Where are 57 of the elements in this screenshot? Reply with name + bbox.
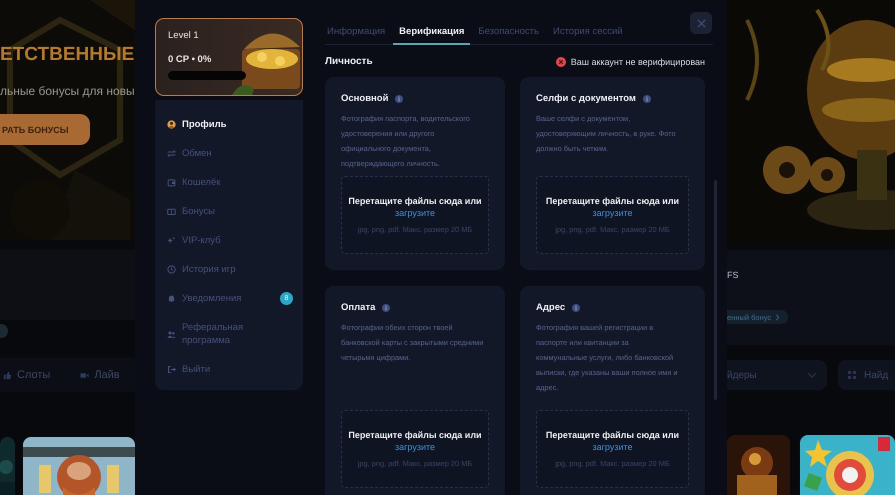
verification-status: Ваш аккаунт не верифицирован — [570, 56, 705, 66]
tab[interactable]: Информация — [325, 18, 392, 45]
card-title: Основной — [341, 93, 388, 104]
info-icon[interactable] — [395, 94, 404, 102]
sidebar-item[interactable]: Бонусы — [167, 197, 303, 226]
sidebar-item[interactable]: Обмен — [167, 139, 303, 168]
camera-icon — [80, 370, 90, 380]
menu-icon — [167, 294, 176, 303]
level-title: Level 1 — [168, 30, 200, 41]
chevron-down-icon — [807, 372, 817, 378]
info-icon[interactable] — [642, 94, 651, 102]
promo-text: FS — [727, 270, 740, 280]
sidebar-item[interactable]: Профиль — [167, 110, 303, 139]
menu-icon — [167, 207, 176, 216]
tab[interactable]: Безопасность — [472, 18, 545, 45]
category-tab[interactable]: Лайв — [80, 369, 120, 381]
info-icon[interactable] — [382, 304, 390, 312]
sidebar-item[interactable]: История игр — [167, 255, 303, 284]
error-icon — [556, 56, 566, 66]
category-tab[interactable]: Слоты — [3, 369, 50, 381]
sidebar-item[interactable]: Выйти — [167, 355, 303, 384]
hero-subtitle: льные бонусы для новы — [0, 84, 135, 98]
info-icon[interactable] — [572, 304, 580, 312]
menu-icon — [167, 265, 176, 274]
search-field[interactable]: Найд — [838, 360, 895, 390]
dropzone-prompt: Перетащите файлы сюда или — [348, 196, 482, 206]
grid-icon — [848, 371, 856, 379]
menu-icon — [167, 330, 176, 338]
close-icon — [696, 18, 706, 28]
providers-dropdown[interactable]: йдеры — [727, 360, 827, 390]
upload-link[interactable]: загрузите — [395, 208, 435, 218]
card-title: Адрес — [536, 302, 566, 313]
menu-icon — [167, 365, 176, 374]
dropzone-prompt: Перетащите файлы сюда или — [348, 430, 482, 440]
menu-icon — [167, 178, 176, 187]
bonus-button[interactable]: РАТЬ БОНУСЫ — [0, 114, 90, 145]
chevron-right-icon — [775, 314, 780, 320]
hero-headline: ЕТСТВЕННЫЕ — [0, 44, 135, 66]
scrollbar[interactable] — [714, 180, 717, 400]
sidebar-item[interactable]: Реферальная программа — [167, 313, 303, 355]
card-title: Оплата — [341, 302, 376, 313]
tab[interactable]: Верификация — [393, 18, 470, 45]
upload-link[interactable]: загрузите — [395, 442, 435, 452]
thumbs-up-icon — [3, 370, 12, 380]
dropzone-prompt: Перетащите файлы сюда или — [546, 196, 680, 206]
menu-icon — [167, 120, 176, 129]
upload-link[interactable]: загрузите — [592, 442, 632, 452]
level-points: 0 CP • 0% — [168, 54, 212, 65]
tab[interactable]: История сессий — [546, 18, 629, 45]
sidebar-item[interactable]: VIP-клуб — [167, 226, 303, 255]
sidebar-item[interactable]: Кошелёк — [167, 168, 303, 197]
section-title: Личность — [325, 56, 373, 67]
menu-icon — [167, 149, 176, 158]
upload-link[interactable]: загрузите — [592, 208, 632, 218]
card-title: Селфи с документом — [536, 93, 636, 104]
menu-icon — [167, 236, 176, 245]
dropzone-prompt: Перетащите файлы сюда или — [546, 430, 680, 440]
